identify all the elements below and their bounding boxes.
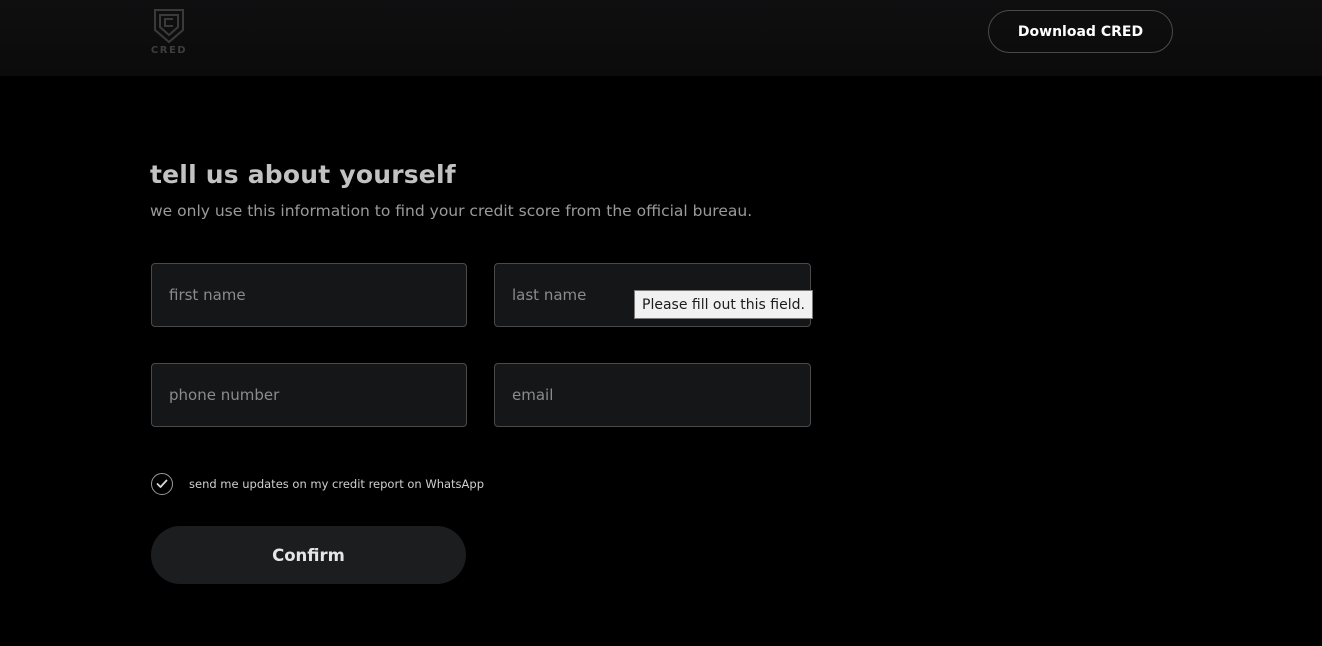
phone-number-input[interactable] <box>151 363 467 427</box>
page-title: tell us about yourself <box>150 160 456 189</box>
download-cred-button[interactable]: Download CRED <box>988 10 1173 53</box>
whatsapp-checkbox[interactable] <box>151 473 173 495</box>
validation-tooltip: Please fill out this field. <box>634 290 813 319</box>
email-input[interactable] <box>494 363 811 427</box>
first-name-input[interactable] <box>151 263 467 327</box>
cred-logo[interactable]: CRED <box>150 8 188 58</box>
page: CRED Download CRED tell us about yoursel… <box>0 0 1322 646</box>
whatsapp-checkbox-label[interactable]: send me updates on my credit report on W… <box>189 477 484 491</box>
header: CRED Download CRED <box>0 0 1322 76</box>
cred-shield-icon <box>154 9 184 44</box>
page-subtitle: we only use this information to find you… <box>150 202 753 220</box>
checkmark-icon <box>156 479 168 488</box>
confirm-button[interactable]: Confirm <box>151 526 466 584</box>
logo-text: CRED <box>150 45 188 56</box>
